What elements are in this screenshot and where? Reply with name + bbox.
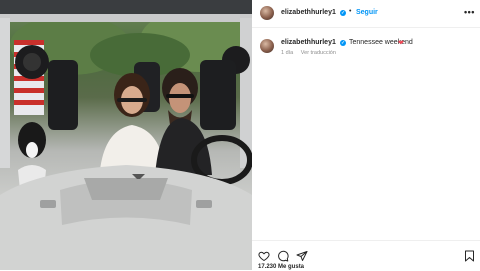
see-translation-link[interactable]: Ver traducción <box>301 50 336 56</box>
caption-meta: 1 día Ver traducción <box>281 50 342 56</box>
avatar[interactable] <box>260 6 274 20</box>
caption-heart-emoji: ❤ <box>398 40 404 47</box>
separator-dot: • <box>349 8 352 15</box>
verified-badge-icon: ✓ <box>340 10 346 16</box>
post-photo[interactable] <box>0 0 252 270</box>
more-options-button[interactable]: ••• <box>464 7 475 17</box>
post-sidebar: elizabethhurley1 ✓ • Seguir ••• elizabet… <box>252 0 480 270</box>
share-icon[interactable] <box>296 250 308 262</box>
post-header: elizabethhurley1 ✓ • Seguir ••• <box>252 0 480 28</box>
post-time: 1 día <box>281 50 294 56</box>
header-username[interactable]: elizabethhurley1 <box>281 9 336 16</box>
caption-username[interactable]: elizabethhurley1 <box>281 39 336 46</box>
comment-icon[interactable] <box>277 250 289 262</box>
caption-verified-badge-icon: ✓ <box>340 40 346 46</box>
likes-count[interactable]: 17.230 Me gusta <box>258 264 304 270</box>
caption-avatar[interactable] <box>260 39 274 53</box>
heart-icon[interactable] <box>258 250 270 262</box>
follow-button[interactable]: Seguir <box>356 9 378 16</box>
bookmark-icon[interactable] <box>464 250 475 262</box>
photo-illustration <box>0 0 252 270</box>
